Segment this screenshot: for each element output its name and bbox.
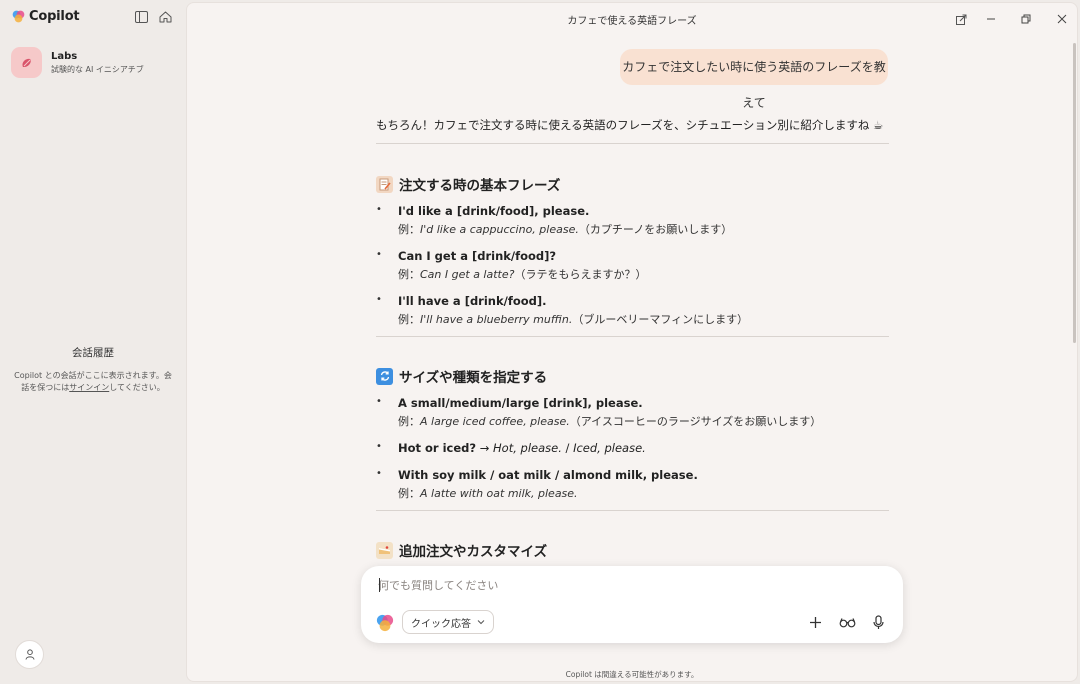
- section-title-text: 注文する時の基本フレーズ: [399, 178, 561, 194]
- phrase-example: 例：A latte with oat milk, please.: [398, 485, 578, 501]
- glasses-icon: [839, 617, 855, 627]
- example-en: A large iced coffee, please.: [420, 415, 570, 428]
- history-title: 会話履歴: [72, 347, 114, 359]
- close-button[interactable]: [1054, 11, 1070, 27]
- plus-icon: [809, 616, 821, 628]
- example-en: I'd like a cappuccino, please.: [420, 223, 579, 236]
- user-icon: [25, 649, 34, 660]
- chevron-down-icon: [477, 620, 485, 625]
- phrase-head: I'll have a [drink/food].: [398, 294, 547, 308]
- cake-icon: [376, 541, 393, 559]
- section-title-text: サイズや種類を指定する: [399, 370, 548, 386]
- brand-name: Copilot: [29, 9, 80, 24]
- labs-subtitle: 試験的な AI イニシアチブ: [51, 64, 144, 74]
- response-mode-dropdown[interactable]: クイック応答: [402, 610, 494, 634]
- arrow-glyph: →: [479, 441, 490, 455]
- sidebar: Copilot Labs 試験的な AI イニシアチブ 会話履歴 Copilot…: [0, 0, 186, 684]
- answer-1: Hot, please.: [493, 441, 562, 455]
- close-icon: [1057, 14, 1067, 24]
- user-message-bubble: カフェで注文したい時に使う英語のフレーズを教えて: [620, 49, 888, 110]
- text-cursor: [379, 578, 380, 592]
- bullet-dot: •: [376, 396, 382, 407]
- example-en: A latte with oat milk, please.: [420, 487, 578, 500]
- vision-button[interactable]: [837, 612, 857, 632]
- message-input[interactable]: [378, 576, 878, 594]
- history-desc-text-2: してください。: [109, 383, 165, 392]
- brand[interactable]: Copilot: [12, 9, 80, 24]
- arrows-icon: [376, 367, 393, 385]
- phrase-example: 例：I'd like a cappuccino, please.（カプチーノをお…: [398, 221, 732, 237]
- example-ja: （カプチーノをお願いします）: [578, 223, 733, 236]
- phrase-head: A small/medium/large [drink], please.: [398, 396, 643, 410]
- window-title: カフェで使える英語フレーズ: [567, 16, 697, 27]
- example-prefix: 例：: [398, 415, 420, 428]
- mic-icon: [872, 614, 884, 629]
- voice-button[interactable]: [868, 612, 888, 632]
- bullet-dot: •: [376, 249, 382, 260]
- bullet-dot: •: [376, 294, 382, 305]
- home-button[interactable]: [157, 9, 173, 25]
- example-en: Can I get a latte?: [420, 268, 515, 281]
- labs-link[interactable]: Labs 試験的な AI イニシアチブ: [11, 47, 144, 78]
- section-title-custom: 追加注文やカスタマイズ: [376, 540, 547, 560]
- example-prefix: 例：: [398, 313, 420, 326]
- response-mode-label: クイック応答: [411, 618, 471, 630]
- phrase-head-text: Hot or iced?: [398, 441, 477, 455]
- example-ja: （ラテをもらえますか？）: [514, 268, 647, 281]
- bullet-dot: •: [376, 204, 382, 215]
- labs-icon: [11, 47, 42, 78]
- phrase-head: With soy milk / oat milk / almond milk, …: [398, 468, 698, 482]
- example-ja: （ブルーベリーマフィンにします）: [572, 313, 749, 326]
- phrase-example: 例：Can I get a latte?（ラテをもらえますか？）: [398, 266, 646, 282]
- bullet-dot: •: [376, 441, 382, 452]
- sign-in-link[interactable]: サインイン: [69, 383, 109, 392]
- example-ja: （アイスコーヒーのラージサイズをお願いします）: [569, 415, 822, 428]
- sidebar-toggle-button[interactable]: [133, 9, 149, 25]
- memo-icon: [376, 175, 393, 193]
- example-prefix: 例：: [398, 223, 420, 236]
- pin-button[interactable]: [953, 11, 969, 27]
- phrase-head: Can I get a [drink/food]?: [398, 249, 557, 263]
- phrase-example: 例：A large iced coffee, please.（アイスコーヒーのラ…: [398, 413, 821, 429]
- copilot-logo-icon[interactable]: [376, 614, 394, 632]
- sidebar-toggle-icon: [134, 11, 148, 23]
- section-title-size: サイズや種類を指定する: [376, 366, 547, 386]
- copilot-logo-icon: [12, 10, 25, 23]
- add-button[interactable]: [805, 612, 825, 632]
- answer-2: Iced, please.: [573, 441, 646, 455]
- minimize-button[interactable]: [983, 11, 999, 27]
- account-button[interactable]: [15, 640, 44, 669]
- section-title-basic: 注文する時の基本フレーズ: [376, 174, 560, 194]
- section-title-text: 追加注文やカスタマイズ: [399, 544, 548, 560]
- divider: [376, 143, 889, 144]
- phrase-head: Hot or iced? → Hot, please. / Iced, plea…: [398, 441, 646, 455]
- example-prefix: 例：: [398, 268, 420, 281]
- answer-separator: /: [565, 441, 570, 455]
- restore-icon: [1021, 14, 1031, 24]
- history-description: Copilot との会話がここに表示されます。会話を保つにはサインインしてくださ…: [14, 370, 172, 394]
- composer: クイック応答: [361, 566, 903, 643]
- disclaimer: Copilot は間違える可能性があります。: [565, 670, 699, 679]
- phrase-example: 例：I'll have a blueberry muffin.（ブルーベリーマフ…: [398, 311, 748, 327]
- divider: [376, 510, 889, 511]
- pin-icon: [955, 14, 966, 25]
- restore-button[interactable]: [1018, 11, 1034, 27]
- divider: [376, 336, 889, 337]
- main-panel: カフェで使える英語フレーズ カフェで注文したい時に使う英語のフレーズを教えて も…: [186, 2, 1078, 682]
- example-prefix: 例：: [398, 487, 420, 500]
- labs-title: Labs: [51, 50, 78, 62]
- response-intro: もちろん！カフェで注文する時に使える英語のフレーズを、シチュエーション別に紹介し…: [376, 118, 884, 132]
- scrollbar[interactable]: [1073, 43, 1076, 343]
- phrase-head: I'd like a [drink/food], please.: [398, 204, 590, 218]
- home-icon: [159, 11, 171, 23]
- bullet-dot: •: [376, 468, 382, 479]
- minimize-icon: [987, 18, 995, 20]
- example-en: I'll have a blueberry muffin.: [420, 313, 573, 326]
